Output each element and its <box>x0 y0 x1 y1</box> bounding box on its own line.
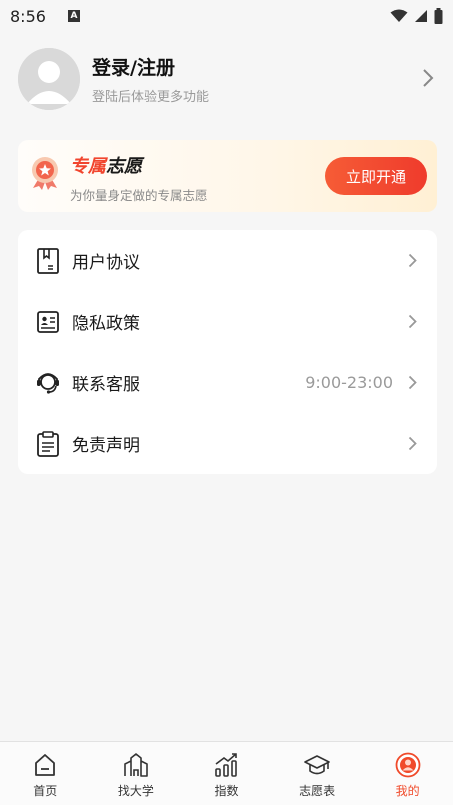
vip-subtitle: 为你量身定做的专属志愿 <box>70 188 208 203</box>
tab-label: 找大学 <box>117 784 154 798</box>
chart-icon <box>215 753 238 777</box>
bottom-tab-bar: 首页 找大学 指数 志愿表 我的 <box>0 741 453 805</box>
chevron-right-icon[interactable] <box>422 68 434 88</box>
chevron-right-icon <box>408 375 417 390</box>
chevron-right-icon <box>408 436 417 451</box>
login-subtitle: 登陆后体验更多功能 <box>92 90 210 105</box>
service-hours: 9:00-23:00 <box>305 373 393 392</box>
exclusive-volunteer-card: 专属志愿 为你量身定做的专属志愿 立即开通 <box>18 140 437 212</box>
activate-now-button[interactable]: 立即开通 <box>325 157 427 195</box>
tab-label: 首页 <box>33 784 58 798</box>
tab-label: 志愿表 <box>299 784 336 798</box>
menu-item-disclaimer[interactable]: 免责声明 <box>18 413 437 474</box>
menu-item-label: 用户协议 <box>72 253 140 273</box>
menu-item-label: 隐私政策 <box>72 314 140 334</box>
chevron-right-icon <box>408 314 417 329</box>
menu-item-user-agreement[interactable]: 用户协议 <box>18 230 437 291</box>
status-time: 8:56 <box>10 6 46 26</box>
login-text: 登录/注册 登陆后体验更多功能 <box>92 53 209 105</box>
vip-title: 专属志愿 <box>70 152 142 178</box>
battery-icon <box>434 8 443 24</box>
headset-icon <box>37 373 59 394</box>
vip-title-highlight: 专属 <box>70 156 106 177</box>
login-title[interactable]: 登录/注册 <box>92 53 209 80</box>
avatar[interactable] <box>18 48 80 110</box>
menu-item-label: 联系客服 <box>72 375 140 395</box>
tab-find-university[interactable]: 找大学 <box>91 742 182 805</box>
login-header[interactable]: 登录/注册 登陆后体验更多功能 <box>18 46 438 112</box>
id-card-icon <box>37 311 59 333</box>
tab-volunteer-form[interactable]: 志愿表 <box>272 742 363 805</box>
status-bar: 8:56 A <box>0 0 453 32</box>
vip-title-text: 志愿 <box>106 156 142 177</box>
tab-mine[interactable]: 我的 <box>362 742 453 805</box>
medal-icon <box>32 157 58 190</box>
signal-icon <box>415 10 427 22</box>
tab-label: 我的 <box>395 784 420 798</box>
tab-index[interactable]: 指数 <box>181 742 272 805</box>
notification-a-icon: A <box>67 10 80 22</box>
university-icon <box>124 753 148 777</box>
menu-item-privacy-policy[interactable]: 隐私政策 <box>18 291 437 352</box>
document-icon <box>37 248 59 274</box>
tab-home[interactable]: 首页 <box>0 742 91 805</box>
menu-item-contact-support[interactable]: 联系客服 9:00-23:00 <box>18 352 437 413</box>
chevron-right-icon <box>408 253 417 268</box>
default-avatar-icon <box>18 48 80 110</box>
tab-label: 指数 <box>214 784 239 798</box>
profile-icon <box>395 752 421 778</box>
wifi-icon <box>390 9 408 22</box>
settings-menu: 用户协议 隐私政策 联系客服 9:00-23:00 免责声明 <box>18 230 437 474</box>
menu-item-label: 免责声明 <box>72 436 140 456</box>
clipboard-icon <box>37 431 59 457</box>
home-icon <box>35 754 56 776</box>
graduation-cap-icon <box>304 755 330 775</box>
status-indicators <box>390 8 443 24</box>
